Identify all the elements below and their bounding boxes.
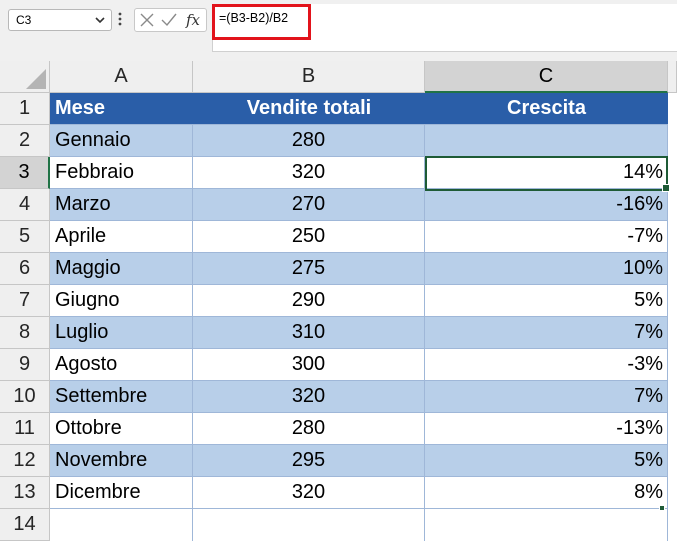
confirm-icon[interactable]: [161, 13, 177, 27]
cell-b11[interactable]: 280: [193, 413, 425, 445]
more-options-icon[interactable]: [118, 11, 122, 27]
cell-c9[interactable]: -3%: [425, 349, 668, 381]
cell-c10[interactable]: 7%: [425, 381, 668, 413]
row-header-7[interactable]: 7: [0, 285, 50, 317]
formula-bar-area: C3 fx =(B3-B2)/B2: [0, 0, 677, 62]
cell-b7[interactable]: 290: [193, 285, 425, 317]
cell-c12[interactable]: 5%: [425, 445, 668, 477]
cell-a10[interactable]: Settembre: [50, 381, 193, 413]
row-header-2[interactable]: 2: [0, 125, 50, 157]
fill-handle[interactable]: [662, 184, 670, 192]
cell-a9[interactable]: Agosto: [50, 349, 193, 381]
cell-c2[interactable]: [425, 125, 668, 157]
cell-b9[interactable]: 300: [193, 349, 425, 381]
cell-b3[interactable]: 320: [193, 157, 425, 189]
cancel-icon[interactable]: [140, 13, 154, 27]
row-header-6[interactable]: 6: [0, 253, 50, 285]
row-header-5[interactable]: 5: [0, 221, 50, 253]
row-header-3[interactable]: 3: [0, 157, 50, 189]
column-header-a[interactable]: A: [50, 61, 193, 93]
column-header-c[interactable]: C: [425, 61, 668, 93]
cell-c8[interactable]: 7%: [425, 317, 668, 349]
cell-a5[interactable]: Aprile: [50, 221, 193, 253]
row-header-10[interactable]: 10: [0, 381, 50, 413]
cell-b4[interactable]: 270: [193, 189, 425, 221]
cell-c11[interactable]: -13%: [425, 413, 668, 445]
row-header-11[interactable]: 11: [0, 413, 50, 445]
column-header-b[interactable]: B: [193, 61, 425, 93]
cell-c13[interactable]: 8%: [425, 477, 668, 509]
formula-highlight-box: [212, 4, 311, 40]
cell-b2[interactable]: 280: [193, 125, 425, 157]
name-box-value: C3: [16, 13, 32, 27]
cell-a11[interactable]: Ottobre: [50, 413, 193, 445]
spreadsheet-grid: A B C 1 Mese Vendite totali Crescita 2 Gennaio 28…: [0, 61, 677, 541]
cell-b10[interactable]: 320: [193, 381, 425, 413]
cell-b13[interactable]: 320: [193, 477, 425, 509]
table-resize-handle[interactable]: [659, 505, 665, 511]
column-header-d[interactable]: [668, 61, 677, 93]
row-header-1[interactable]: 1: [0, 93, 50, 125]
select-all-corner[interactable]: [0, 61, 50, 93]
cell-a6[interactable]: Maggio: [50, 253, 193, 285]
cell-a14[interactable]: [50, 509, 193, 541]
row-header-8[interactable]: 8: [0, 317, 50, 349]
row-header-9[interactable]: 9: [0, 349, 50, 381]
insert-function-icon[interactable]: fx: [186, 9, 200, 31]
formula-buttons: fx: [134, 8, 207, 32]
cell-b6[interactable]: 275: [193, 253, 425, 285]
cell-b8[interactable]: 310: [193, 317, 425, 349]
cell-a13[interactable]: Dicembre: [50, 477, 193, 509]
cell-a8[interactable]: Luglio: [50, 317, 193, 349]
cell-b5[interactable]: 250: [193, 221, 425, 253]
row-header-12[interactable]: 12: [0, 445, 50, 477]
cell-a1[interactable]: Mese: [50, 93, 193, 125]
cell-c4[interactable]: -16%: [425, 189, 668, 221]
row-header-14[interactable]: 14: [0, 509, 50, 541]
cell-c7[interactable]: 5%: [425, 285, 668, 317]
cell-c1[interactable]: Crescita: [425, 93, 668, 125]
cell-b1[interactable]: Vendite totali: [193, 93, 425, 125]
select-all-triangle-icon: [26, 69, 46, 89]
cell-b12[interactable]: 295: [193, 445, 425, 477]
row-header-13[interactable]: 13: [0, 477, 50, 509]
cell-a4[interactable]: Marzo: [50, 189, 193, 221]
chevron-down-icon[interactable]: [94, 14, 106, 26]
row-header-4[interactable]: 4: [0, 189, 50, 221]
cell-a7[interactable]: Giugno: [50, 285, 193, 317]
cell-a2[interactable]: Gennaio: [50, 125, 193, 157]
name-box[interactable]: C3: [8, 9, 112, 31]
cell-c5[interactable]: -7%: [425, 221, 668, 253]
cell-b14[interactable]: [193, 509, 425, 541]
cell-c14[interactable]: [425, 509, 668, 541]
cell-a3[interactable]: Febbraio: [50, 157, 193, 189]
cell-c6[interactable]: 10%: [425, 253, 668, 285]
cell-c3[interactable]: 14%: [425, 157, 668, 189]
cell-a12[interactable]: Novembre: [50, 445, 193, 477]
